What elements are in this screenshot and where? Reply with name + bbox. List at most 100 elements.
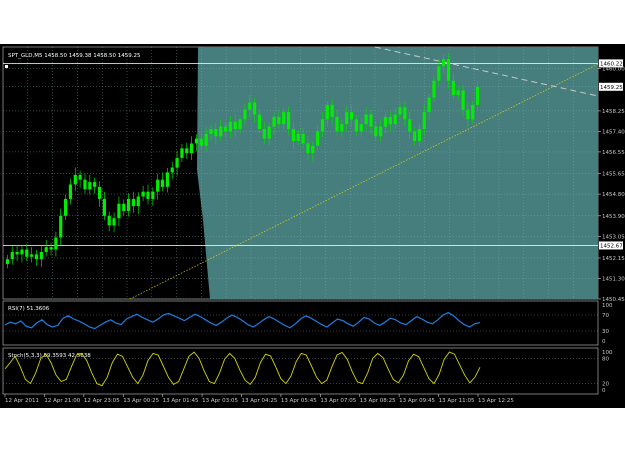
candle-body (88, 182, 92, 190)
candle-body (446, 59, 451, 81)
candle-body (248, 102, 252, 110)
highlight-zone (197, 47, 598, 299)
indicator-tick-label: 80 (602, 356, 609, 362)
candle-body (282, 112, 286, 125)
candle-body (442, 59, 446, 67)
candle-body (59, 215, 63, 238)
indicator-tick-label: 100 (602, 350, 613, 356)
candle-body (30, 254, 34, 257)
level-price-label: 1452.67 (600, 243, 623, 249)
candle-body (97, 186, 102, 199)
candle-body (349, 112, 354, 120)
candle-body (253, 102, 257, 115)
candle-body (437, 66, 441, 81)
time-tick-label: 12 Apr 23:05 (84, 398, 120, 404)
candle-body (296, 133, 300, 142)
candle-body (267, 126, 271, 139)
candle-body (131, 198, 136, 207)
candle-body (63, 198, 68, 216)
time-tick-label: 13 Apr 04:25 (242, 398, 278, 404)
candle-body (151, 191, 155, 199)
candle-body (185, 148, 189, 154)
price-tick-label: 1457.40 (602, 129, 625, 135)
candle-body (156, 179, 160, 192)
candle-body (412, 131, 417, 142)
candle-body (345, 112, 349, 125)
time-tick-label: 13 Apr 11:05 (439, 398, 475, 404)
time-tick-label: 13 Apr 08:25 (360, 398, 396, 404)
candle-body (301, 133, 305, 144)
rsi-panel[interactable]: RSI(7) 51.3606 (2, 300, 599, 346)
price-tick-label: 1455.65 (602, 172, 625, 178)
candle-body (364, 114, 368, 125)
candle-body (160, 179, 165, 187)
indicator-tick-label: 0 (602, 388, 606, 394)
candle-body (354, 119, 359, 132)
candle-body (39, 251, 43, 260)
candle-body (427, 97, 431, 113)
candle-body (209, 128, 213, 134)
rsi-panel-frame (2, 300, 599, 346)
candle-body (83, 179, 87, 190)
trading-chart[interactable]: SPT_GLD,M5 1458.50 1459.38 1458.50 1459.… (0, 0, 625, 452)
time-tick-label: 13 Apr 05:45 (281, 398, 317, 404)
candle-body (102, 198, 106, 216)
rsi-title: RSI(7) 51.3606 (8, 306, 50, 312)
candle-body (136, 196, 140, 207)
candle-body (325, 104, 329, 120)
candle-body (272, 116, 276, 127)
candle-body (107, 215, 111, 226)
candle-body (451, 80, 455, 96)
candle-body (73, 174, 77, 185)
price-tick-label: 1451.30 (602, 277, 625, 283)
current-price-tag-text: 1459.25 (600, 85, 623, 91)
candle-body (93, 182, 97, 187)
candle-body (286, 112, 291, 129)
candle-body (311, 145, 315, 154)
price-tick-label: 1456.55 (602, 150, 625, 156)
candle-body (471, 104, 475, 120)
time-tick-label: 12 Apr 2011 (5, 398, 39, 404)
candle-body (170, 167, 174, 173)
candle-body (223, 126, 228, 132)
candle-body (398, 107, 402, 115)
candle-body (122, 203, 126, 211)
level-anchor-marker[interactable] (5, 65, 8, 68)
indicator-tick-label: 20 (602, 382, 609, 388)
candle-body (359, 124, 363, 132)
candle-body (291, 128, 295, 142)
candle-body (403, 107, 407, 120)
indicator-tick-label: 30 (602, 329, 609, 335)
candle-body (330, 104, 334, 117)
stochastic-panel[interactable]: Stoch(5,3,3) 59.3593 42.5638 (2, 347, 599, 395)
candle-body (393, 114, 397, 125)
candle-body (475, 86, 480, 105)
candle-body (165, 172, 169, 187)
price-panel[interactable]: SPT_GLD,M5 1458.50 1459.38 1458.50 1459.… (2, 46, 599, 300)
candle-body (214, 128, 218, 137)
candle-body (262, 128, 266, 139)
candle-body (388, 116, 392, 125)
candle-body (340, 124, 344, 132)
candle-body (243, 109, 247, 120)
candle-body (68, 184, 73, 199)
candle-body (374, 126, 378, 137)
price-tick-label: 1454.80 (602, 192, 625, 198)
candle-body (199, 138, 203, 146)
indicator-tick-label: 70 (602, 313, 609, 319)
candle-body (383, 116, 388, 127)
candle-body (369, 114, 373, 127)
candle-body (175, 157, 179, 168)
candle-body (126, 198, 131, 211)
candle-body (461, 90, 465, 110)
candle-body (5, 259, 10, 265)
candle-body (204, 133, 208, 146)
time-tick-label: 13 Apr 09:45 (399, 398, 435, 404)
candle-body (306, 143, 310, 154)
candle-body (233, 121, 237, 129)
candle-body (238, 119, 242, 129)
time-tick-label: 13 Apr 12:25 (478, 398, 514, 404)
time-tick-label: 13 Apr 00:25 (123, 398, 159, 404)
candle-body (78, 174, 82, 180)
chart-header: SPT_GLD,M5 1458.50 1459.38 1458.50 1459.… (8, 53, 141, 59)
